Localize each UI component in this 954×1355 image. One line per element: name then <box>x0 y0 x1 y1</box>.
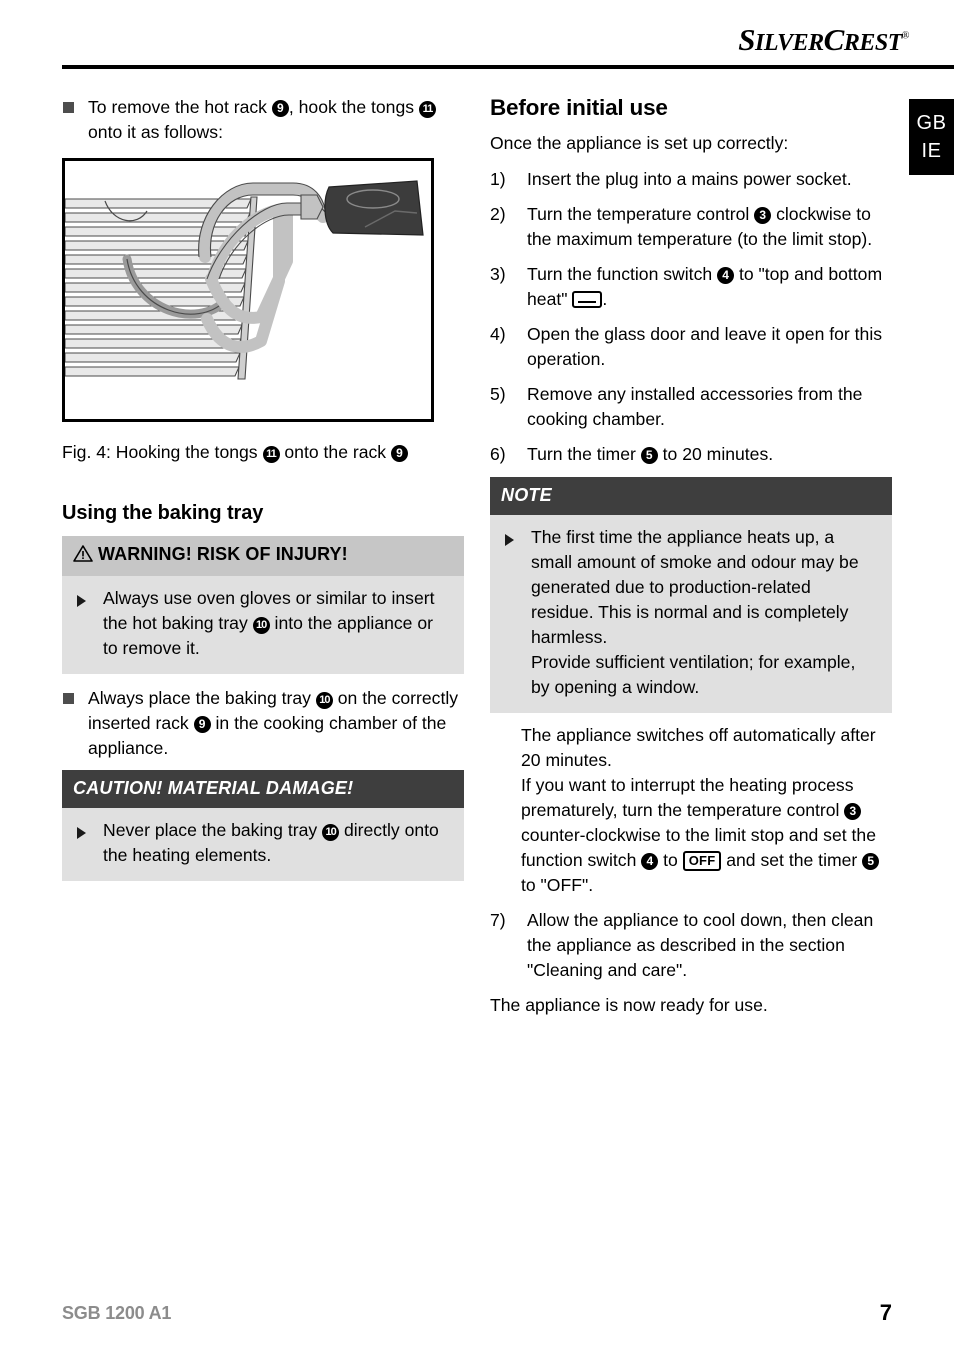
intro-paragraph: Once the appliance is set up correctly: <box>490 133 789 153</box>
interrupt-text-5: to "OFF". <box>521 875 594 895</box>
closing-paragraph: The appliance is now ready for use. <box>490 995 768 1015</box>
figure-illustration-svg <box>65 161 431 419</box>
warning-box-list: Always use oven gloves or similar to ins… <box>74 586 450 661</box>
before-initial-use-steps: Insert the plug into a mains power socke… <box>490 167 892 467</box>
caution-box-list: Never place the baking tray 10 directly … <box>74 818 450 868</box>
step-7-cool-down-and-clean: Allow the appliance to cool down, then c… <box>490 908 892 983</box>
baking-tray-bullet-list: Always place the baking tray 10 on the c… <box>62 686 464 761</box>
list-item-first-heat-up: The first time the appliance heats up, a… <box>502 525 878 700</box>
ref-number-11-icon: 11 <box>418 101 436 118</box>
step-6-turn-timer: Turn the timer 5 to 20 minutes. <box>490 442 892 467</box>
note-box-list: The first time the appliance heats up, a… <box>502 525 878 700</box>
tray-bullet-text-1: Always place the baking tray <box>88 688 311 708</box>
ref-number-5-icon: 5 <box>862 853 880 870</box>
interrupt-text-4: and set the timer <box>726 850 858 870</box>
list-item-remove-hot-rack: To remove the hot rack 9, hook the tongs… <box>62 95 464 145</box>
step-1-insert-plug: Insert the plug into a mains power socke… <box>490 167 892 192</box>
intro-bullet-list: To remove the hot rack 9, hook the tongs… <box>62 95 464 145</box>
intro-bullet-text-2: , hook the tongs <box>288 97 415 117</box>
brand-logo-silver-rest: ILVER <box>755 30 824 56</box>
brand-logo-silver: S <box>738 22 756 57</box>
figure-caption: Fig. 4: Hooking the tongs 11 onto the ra… <box>62 440 464 465</box>
step-6-text-1: Turn the timer <box>527 444 636 464</box>
step-3-function-switch: Turn the function switch 4 to "top and b… <box>490 262 892 312</box>
figure-caption-text-2: onto the rack <box>284 442 387 462</box>
step-2-text-1: Turn the temperature control <box>527 204 750 224</box>
ref-number-3-icon: 3 <box>844 803 862 820</box>
page-title: Before initial use <box>490 95 668 120</box>
list-item-place-baking-tray: Always place the baking tray 10 on the c… <box>62 686 464 761</box>
ref-number-10-icon: 10 <box>322 824 340 841</box>
step-1-text: Insert the plug into a mains power socke… <box>527 169 852 189</box>
brand-logo-crest: C <box>823 22 845 57</box>
note-paragraph-2: Provide sufficient ventilation; for exam… <box>531 652 856 697</box>
ref-number-4-icon: 4 <box>717 267 735 284</box>
warning-box-title-band: WARNING! RISK OF INJURY! <box>62 536 464 576</box>
registered-trademark-icon: ® <box>901 30 910 42</box>
footer-model-code: SGB 1200 A1 <box>62 1303 172 1323</box>
right-column: Before initial use Once the appliance is… <box>490 95 892 1029</box>
top-bottom-heat-icon <box>572 291 603 308</box>
after-note-paragraphs: The appliance switches off automatically… <box>490 723 892 898</box>
ref-number-9-icon: 9 <box>193 716 211 733</box>
ref-number-3-icon: 3 <box>754 207 772 224</box>
brand-logo-crest-rest: REST <box>843 30 903 56</box>
step-3-text-3: . <box>602 289 608 309</box>
note-box-body: The first time the appliance heats up, a… <box>490 515 892 713</box>
warning-box-title-text: WARNING! RISK OF INJURY! <box>98 544 348 564</box>
interrupt-text-3: to <box>663 850 678 870</box>
tongs-handle <box>324 180 424 236</box>
step-2-temperature-control: Turn the temperature control 3 clockwise… <box>490 202 892 252</box>
caution-item-text-1: Never place the baking tray <box>103 820 318 840</box>
interrupt-heating-text: If you want to interrupt the heating pro… <box>521 773 892 898</box>
warning-triangle-icon <box>73 544 93 569</box>
subheading-using-baking-tray: Using the baking tray <box>62 502 264 524</box>
language-tab: GB IE <box>909 99 954 175</box>
step-5-text: Remove any installed accessories from th… <box>527 384 863 429</box>
note-box: NOTE The first time the appliance heats … <box>490 477 892 713</box>
step-7-text: Allow the appliance to cool down, then c… <box>527 910 874 980</box>
step-4-text: Open the glass door and leave it open fo… <box>527 324 883 369</box>
step-3-text-1: Turn the function switch <box>527 264 713 284</box>
step-4-open-glass-door: Open the glass door and leave it open fo… <box>490 322 892 372</box>
auto-switch-off-text: The appliance switches off automatically… <box>521 725 876 770</box>
caution-box-title-band: CAUTION! MATERIAL DAMAGE! <box>62 770 464 808</box>
off-setting-icon: OFF <box>682 851 722 871</box>
language-tab-line-ie: IE <box>921 140 942 162</box>
ref-number-9-icon: 9 <box>271 100 289 117</box>
intro-bullet-text-1: To remove the hot rack <box>88 97 267 117</box>
ref-number-5-icon: 5 <box>640 447 658 464</box>
warning-box-risk-of-injury: WARNING! RISK OF INJURY! Always use oven… <box>62 536 464 674</box>
before-initial-use-steps-continued: Allow the appliance to cool down, then c… <box>490 908 892 983</box>
note-paragraph-1: The first time the appliance heats up, a… <box>531 527 859 647</box>
header-divider-rule <box>62 65 954 69</box>
caution-box-body: Never place the baking tray 10 directly … <box>62 808 464 881</box>
ref-number-10-icon: 10 <box>252 617 270 634</box>
footer-page-number: 7 <box>879 1300 892 1325</box>
ref-number-9-icon: 9 <box>391 445 408 462</box>
list-item-use-oven-gloves: Always use oven gloves or similar to ins… <box>74 586 450 661</box>
intro-bullet-text-3: onto it as follows: <box>88 122 223 142</box>
language-tab-line-gb: GB <box>916 112 947 134</box>
figure-hooking-tongs <box>62 158 434 422</box>
figure-caption-text-1: Fig. 4: Hooking the tongs <box>62 442 258 462</box>
ref-number-10-icon: 10 <box>315 692 333 709</box>
interrupt-text-1: If you want to interrupt the heating pro… <box>521 775 854 820</box>
step-6-text-2: to 20 minutes. <box>662 444 774 464</box>
note-box-title-band: NOTE <box>490 477 892 515</box>
caution-box-material-damage: CAUTION! MATERIAL DAMAGE! Never place th… <box>62 770 464 881</box>
brand-logo: SILVERCREST® <box>738 24 909 55</box>
left-column: To remove the hot rack 9, hook the tongs… <box>62 95 464 893</box>
ref-number-4-icon: 4 <box>641 853 659 870</box>
list-item-never-place-tray: Never place the baking tray 10 directly … <box>74 818 450 868</box>
step-5-remove-accessories: Remove any installed accessories from th… <box>490 382 892 432</box>
warning-box-body: Always use oven gloves or similar to ins… <box>62 576 464 674</box>
ref-number-11-icon: 11 <box>262 446 280 463</box>
